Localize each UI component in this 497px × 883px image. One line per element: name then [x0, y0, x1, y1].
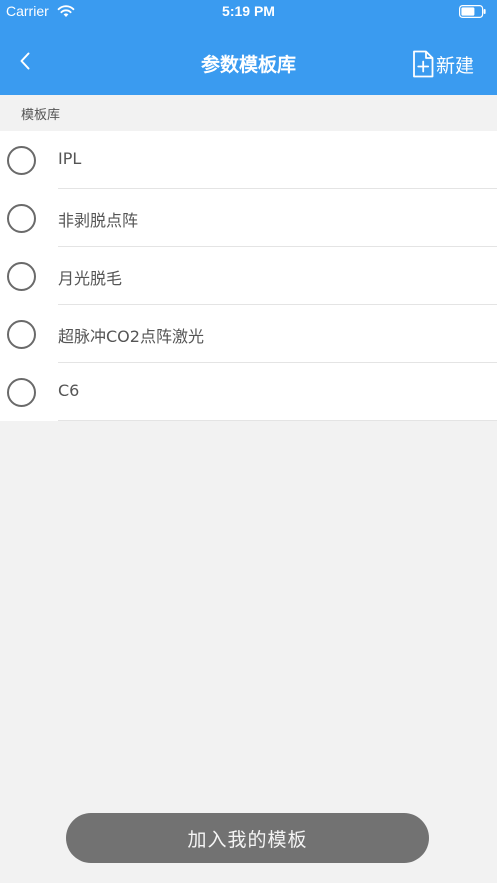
status-time: 5:19 PM: [222, 3, 275, 19]
list-item[interactable]: 超脉冲CO2点阵激光: [0, 305, 497, 363]
new-button[interactable]: 新建: [411, 48, 474, 80]
list-item-label: IPL: [58, 149, 82, 168]
section-header: 模板库: [0, 95, 497, 131]
radio-button[interactable]: [7, 262, 36, 291]
nav-bar: 参数模板库 新建: [0, 24, 497, 95]
add-button-label: 加入我的模板: [187, 828, 308, 851]
section-title: 模板库: [21, 108, 61, 123]
radio-button[interactable]: [7, 204, 36, 233]
list-item-label: 非剥脱点阵: [58, 211, 139, 230]
list-item-label: C6: [58, 381, 80, 400]
list-item-label: 超脉冲CO2点阵激光: [58, 327, 204, 346]
list-item[interactable]: 非剥脱点阵: [0, 189, 497, 247]
add-to-my-templates-button[interactable]: 加入我的模板: [66, 813, 429, 863]
list-item[interactable]: 月光脱毛: [0, 247, 497, 305]
list-item[interactable]: C6: [0, 363, 497, 421]
back-button[interactable]: [10, 46, 40, 76]
list-item-label: 月光脱毛: [58, 269, 123, 288]
new-button-label: 新建: [436, 54, 475, 77]
radio-button[interactable]: [7, 146, 36, 175]
app-header: Carrier 5:19 PM 参数模板库 新建: [0, 0, 497, 95]
chevron-left-icon: [20, 52, 30, 70]
radio-button[interactable]: [7, 378, 36, 407]
list-item[interactable]: IPL: [0, 131, 497, 189]
radio-button[interactable]: [7, 320, 36, 349]
divider: [58, 420, 497, 421]
battery-icon: [459, 5, 486, 18]
new-document-icon: [413, 50, 434, 78]
status-bar: Carrier 5:19 PM: [0, 0, 497, 24]
template-list: IPL 非剥脱点阵 月光脱毛 超脉冲CO2点阵激光 C6: [0, 131, 497, 421]
